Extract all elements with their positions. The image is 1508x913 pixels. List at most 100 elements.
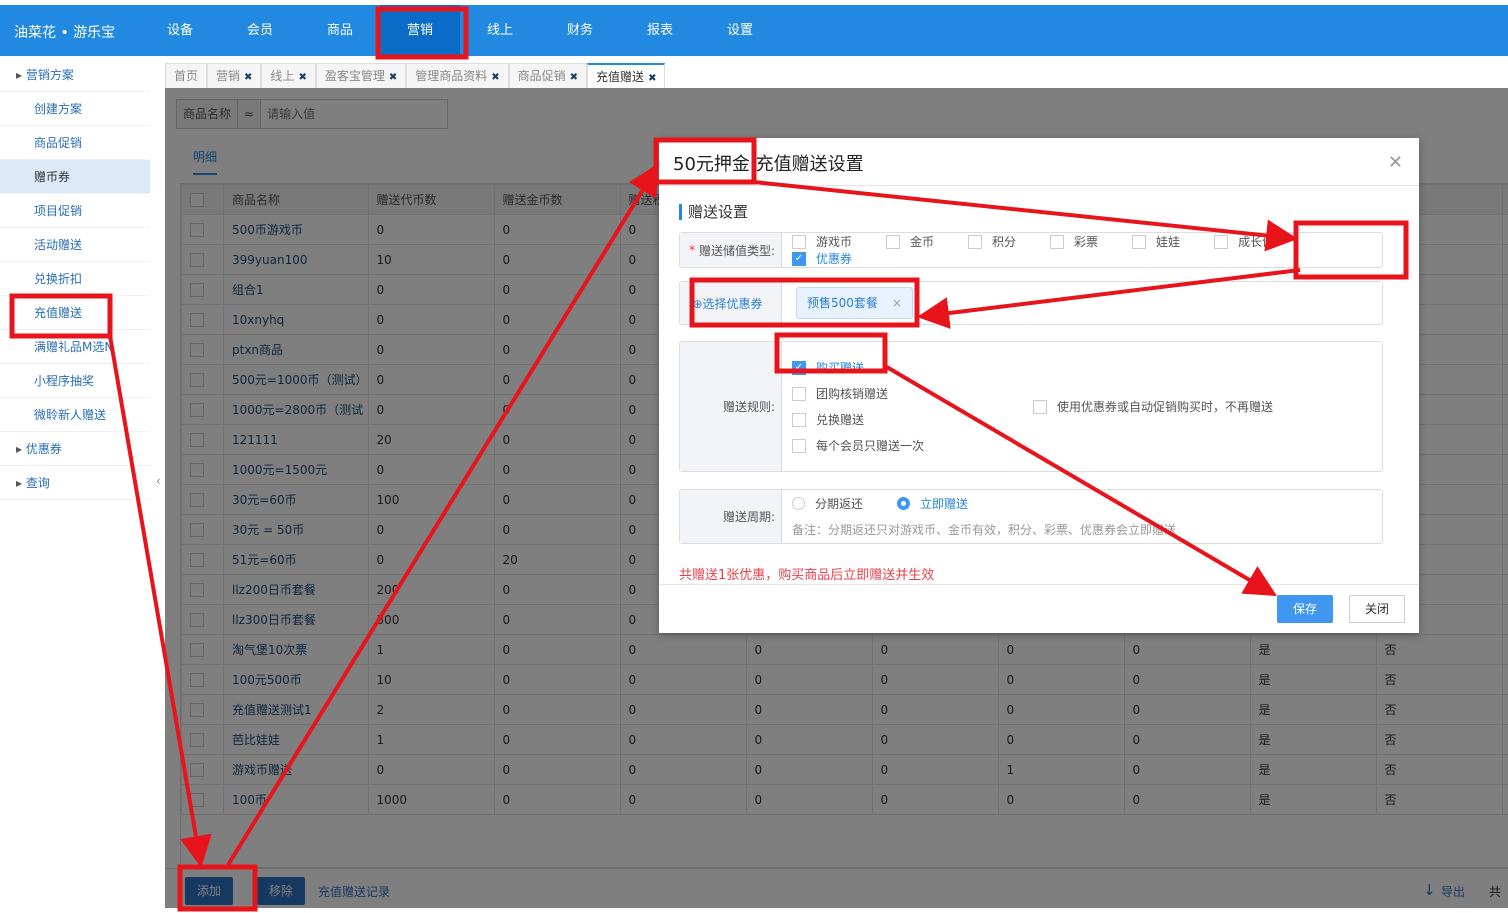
caret-right-icon: ▸	[16, 476, 26, 490]
sidebar: ▸ 营销方案 创建方案 商品促销 赠币券 项目促销 活动赠送 兑换折扣 充值赠送 满赠礼品M选N…	[0, 58, 150, 500]
period-note: 备注：分期返还只对游戏币、金币有效，积分、彩票、优惠券会立即赠送	[792, 523, 1177, 537]
checkbox[interactable]	[1132, 234, 1147, 249]
tab-label: 线上	[270, 69, 295, 83]
close-tab-icon[interactable]: ✖	[491, 72, 499, 83]
gift-type-option[interactable]: 成长值	[1214, 233, 1274, 250]
nav-item-4[interactable]: 线上	[460, 5, 540, 56]
radio[interactable]	[792, 497, 805, 510]
nav-item-5[interactable]: 财务	[540, 5, 620, 56]
sidebar-item[interactable]: 赠币券	[0, 160, 150, 194]
gift-type-option[interactable]: 金币	[886, 233, 934, 250]
close-tab-icon[interactable]: ✖	[648, 73, 656, 84]
nav-item-6[interactable]: 报表	[620, 5, 700, 56]
nav-item-0[interactable]: 设备	[140, 5, 220, 56]
tab-item[interactable]: 充值赠送 ✖	[587, 63, 666, 88]
close-tab-icon[interactable]: ✖	[244, 72, 252, 83]
dialog-footer: 保存 关闭	[659, 584, 1419, 633]
nav-item-7[interactable]: 设置	[700, 5, 780, 56]
close-icon[interactable]: ✕	[1388, 152, 1403, 173]
gift-type-row: * 赠送储值类型: 游戏币 金币 积分 彩票 娃娃 成长值 ✓ 优惠券	[679, 232, 1383, 268]
option-label: 金币	[910, 235, 935, 249]
nav-item-1[interactable]: 会员	[220, 5, 300, 56]
checkbox[interactable]	[886, 234, 901, 249]
save-button[interactable]: 保存	[1277, 595, 1333, 623]
gift-type-option[interactable]: ✓ 优惠券	[792, 250, 852, 267]
tab-item[interactable]: 商品促销 ✖	[508, 63, 588, 88]
option-label: 游戏币	[816, 235, 853, 249]
sidebar-item[interactable]: ▸ 营销方案	[0, 58, 150, 92]
option-label: 团购核销赠送	[816, 387, 889, 401]
option-label: 娃娃	[1156, 235, 1181, 249]
sidebar-item[interactable]: 充值赠送	[0, 296, 150, 330]
gift-type-option[interactable]: 积分	[968, 233, 1016, 250]
sidebar-item[interactable]: 兑换折扣	[0, 262, 150, 296]
sidebar-item[interactable]: ▸ 查询	[0, 466, 150, 500]
checkbox[interactable]	[792, 412, 806, 427]
sidebar-item[interactable]: 满赠礼品M选N	[0, 330, 150, 364]
option-label: 彩票	[1074, 235, 1099, 249]
checkbox[interactable]	[1033, 399, 1047, 414]
tab-label: 盈客宝管理	[324, 69, 385, 83]
brand-logo: 油菜花 • 游乐宝	[14, 25, 116, 41]
gift-rule-option[interactable]: 团购核销赠送	[792, 381, 888, 407]
sidebar-item-label: 活动赠送	[34, 238, 83, 252]
sidebar-item[interactable]: 微聆新人赠送	[0, 398, 150, 432]
close-button[interactable]: 关闭	[1349, 595, 1405, 623]
section-title: 赠送设置	[679, 204, 748, 220]
product-name: 50元押金	[673, 154, 750, 175]
nav-item-3[interactable]: 营销	[380, 5, 460, 56]
tab-item[interactable]: 线上 ✖	[261, 63, 316, 88]
checkbox[interactable]	[968, 234, 983, 249]
gift-type-option[interactable]: 彩票	[1050, 233, 1098, 250]
gift-rule-row: 赠送规则: ✓ 购买赠送 团购核销赠送 兑换赠送 每个会员只赠送一次 使用优惠券或自动促销…	[679, 341, 1383, 472]
sidebar-item-label: 微聆新人赠送	[34, 408, 107, 422]
remove-tag-icon[interactable]: ×	[892, 296, 902, 310]
close-tab-icon[interactable]: ✖	[389, 72, 397, 83]
gift-type-option[interactable]: 游戏币	[792, 233, 852, 250]
tab-item[interactable]: 首页	[165, 63, 208, 88]
checkbox[interactable]: ✓	[792, 251, 806, 266]
gift-type-option[interactable]: 娃娃	[1132, 233, 1180, 250]
tab-label: 首页	[174, 69, 199, 83]
tab-item[interactable]: 管理商品资料 ✖	[406, 63, 509, 88]
gift-period-option[interactable]: 立即赠送	[897, 495, 968, 512]
top-nav-bar: 油菜花 • 游乐宝 设备 会员 商品 营销 线上 财务 报表 设置	[0, 5, 1508, 56]
checkbox[interactable]	[792, 386, 806, 401]
checkbox[interactable]	[792, 438, 806, 453]
option-label: 购买赠送	[816, 361, 865, 375]
option-label: 立即赠送	[920, 497, 969, 511]
nav-item-2[interactable]: 商品	[300, 5, 380, 56]
gift-rule-option[interactable]: 使用优惠券或自动促销购买时，不再赠送	[1033, 394, 1273, 420]
select-coupon-button[interactable]: ⊕选择优惠券	[680, 282, 782, 324]
main-nav: 设备 会员 商品 营销 线上 财务 报表 设置	[140, 5, 780, 56]
option-label: 分期返还	[815, 497, 864, 511]
gift-rule-option[interactable]: ✓ 购买赠送	[792, 355, 864, 381]
gift-summary: 共赠送1张优惠，购买商品后立即赠送并生效	[679, 568, 935, 583]
sidebar-item[interactable]: 小程序抽奖	[0, 364, 150, 398]
close-tab-icon[interactable]: ✖	[570, 72, 578, 83]
sidebar-item[interactable]: 创建方案	[0, 92, 150, 126]
gift-period-option[interactable]: 分期返还	[792, 495, 863, 512]
gift-period-label: 赠送周期:	[680, 490, 782, 543]
collapse-sidebar-icon[interactable]: ‹	[156, 474, 161, 488]
tab-item[interactable]: 盈客宝管理 ✖	[315, 63, 407, 88]
tab-label: 充值赠送	[596, 70, 645, 84]
close-tab-icon[interactable]: ✖	[298, 72, 306, 83]
tab-item[interactable]: 营销 ✖	[207, 63, 262, 88]
sidebar-item-label: 营销方案	[25, 68, 74, 82]
checkbox[interactable]: ✓	[792, 360, 806, 375]
sidebar-item[interactable]: 活动赠送	[0, 228, 150, 262]
checkbox[interactable]	[792, 234, 806, 249]
radio[interactable]	[897, 497, 911, 510]
tab-label: 营销	[216, 69, 241, 83]
gift-type-options: 游戏币 金币 积分 彩票 娃娃 成长值 ✓ 优惠券	[782, 233, 1382, 267]
sidebar-item[interactable]: 项目促销	[0, 194, 150, 228]
gift-rule-option[interactable]: 每个会员只赠送一次	[792, 433, 924, 459]
coupon-row: ⊕选择优惠券 预售500套餐 ×	[679, 281, 1383, 325]
checkbox[interactable]	[1214, 234, 1229, 249]
checkbox[interactable]	[1050, 234, 1065, 249]
sidebar-item[interactable]: 商品促销	[0, 126, 150, 160]
gift-type-label: * 赠送储值类型:	[680, 233, 782, 267]
sidebar-item[interactable]: ▸ 优惠券	[0, 432, 150, 466]
gift-rule-option[interactable]: 兑换赠送	[792, 407, 864, 433]
